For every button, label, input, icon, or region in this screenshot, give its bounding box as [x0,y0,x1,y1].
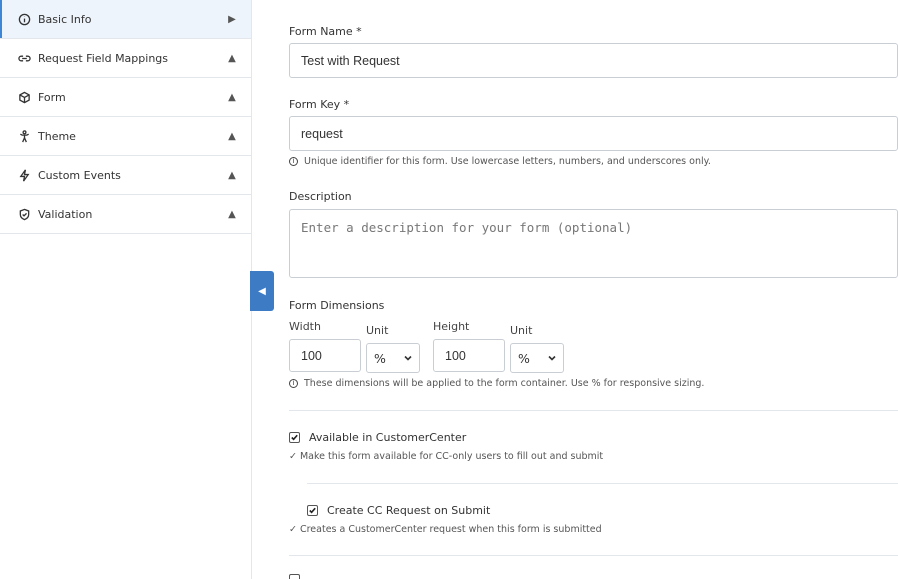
height-unit-label: Unit [510,324,533,337]
form-key-input[interactable]: request [289,116,898,151]
available-cc-row[interactable]: Available in CustomerCenter [289,431,466,444]
width-input[interactable]: 100 [289,339,361,372]
available-cc-label: Available in CustomerCenter [309,431,467,444]
height-unit-select[interactable]: % [510,343,564,373]
width-unit-label: Unit [366,324,389,337]
cube-icon [17,90,31,104]
width-unit-select[interactable]: % [366,343,420,373]
collapse-arrow-icon: ▲ [228,208,236,220]
create-cc-label: Create CC Request on Submit [327,504,491,517]
person-icon [17,129,31,143]
collapse-arrow-icon: ▲ [228,52,236,64]
sidebar-item-basic-info[interactable]: Basic Info ▶ [0,0,251,39]
description-label: Description [289,190,352,203]
sidebar-item-label: Basic Info [38,12,92,26]
width-unit-value: % [374,350,386,366]
check-icon [291,434,298,441]
sidebar-item-label: Validation [38,207,93,221]
dimensions-hint-text: These dimensions will be applied to the … [304,378,705,389]
sidebar-item-label: Custom Events [38,168,121,182]
form-key-hint: i Unique identifier for this form. Use l… [289,156,711,167]
create-cc-row[interactable]: Create CC Request on Submit [307,504,490,517]
sidebar-item-form[interactable]: Form ▲ [0,78,251,117]
link-icon [17,51,31,65]
partial-checkbox[interactable] [289,574,300,579]
sidebar-item-label: Theme [38,129,76,143]
width-label: Width [289,320,321,333]
sidebar-item-custom-events[interactable]: Custom Events ▲ [0,156,251,195]
divider [307,483,898,484]
collapse-sidebar-button[interactable]: ◀ [250,271,274,311]
expand-arrow-icon: ▶ [228,13,236,25]
available-cc-checkbox[interactable] [289,432,300,443]
height-label: Height [433,320,470,333]
sidebar-item-validation[interactable]: Validation ▲ [0,195,251,234]
sidebar: Basic Info ▶ Request Field Mappings ▲ Fo… [0,0,252,579]
form-dimensions-label: Form Dimensions [289,299,385,312]
sidebar-item-label: Form [38,90,66,104]
height-unit-value: % [518,350,530,366]
form-name-label: Form Name * [289,25,362,38]
shield-check-icon [17,207,31,221]
sidebar-item-label: Request Field Mappings [38,51,169,65]
create-cc-checkbox[interactable] [307,505,318,516]
form-key-hint-text: Unique identifier for this form. Use low… [304,156,711,167]
form-name-input[interactable]: Test with Request [289,43,898,78]
info-icon [17,12,31,26]
info-icon: i [289,157,298,166]
lightning-icon [17,168,31,182]
divider [289,555,898,556]
description-textarea[interactable]: Enter a description for your form (optio… [289,209,898,278]
form-key-label: Form Key * [289,98,350,111]
create-cc-hint: ✓ Creates a CustomerCenter request when … [289,524,602,535]
divider [289,410,898,411]
partial-checkbox-row[interactable] [289,574,309,579]
chevron-down-icon [404,355,412,361]
check-icon [309,507,316,514]
collapse-arrow-icon: ▲ [228,130,236,142]
available-cc-hint: ✓ Make this form available for CC-only u… [289,451,604,462]
sidebar-item-request-field-mappings[interactable]: Request Field Mappings ▲ [0,39,251,78]
info-icon: i [289,379,298,388]
collapse-arrow-icon: ▲ [228,91,236,103]
height-input[interactable]: 100 [433,339,505,372]
sidebar-item-theme[interactable]: Theme ▲ [0,117,251,156]
collapse-arrow-icon: ▲ [228,169,236,181]
dimensions-hint: i These dimensions will be applied to th… [289,378,704,389]
chevron-down-icon [548,355,556,361]
